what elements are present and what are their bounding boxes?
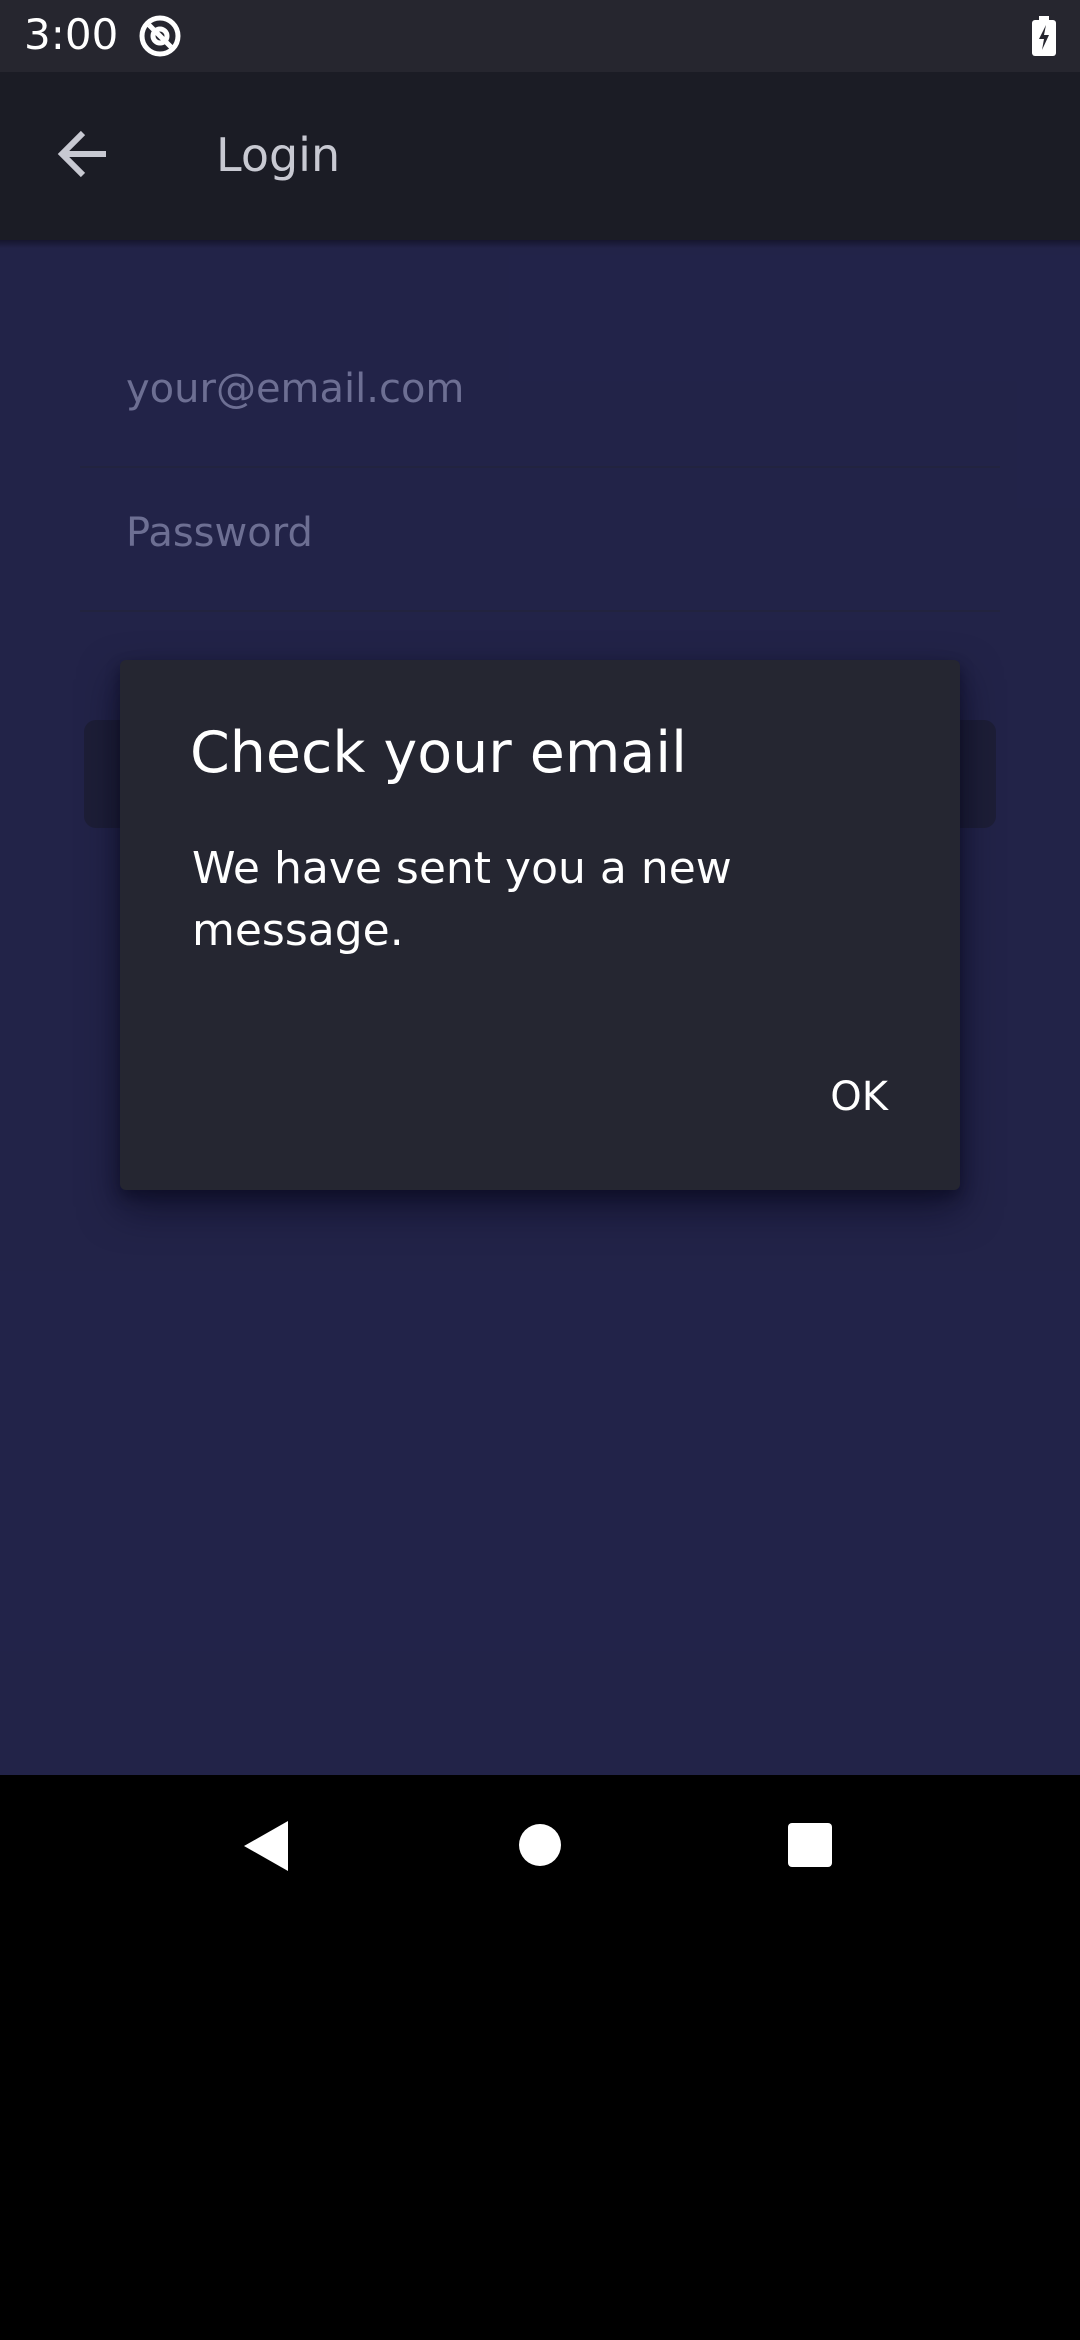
nav-back-icon[interactable] — [244, 1821, 288, 1871]
app-bar: Login — [0, 72, 1080, 240]
check-email-dialog: Check your email We have sent you a new … — [120, 660, 960, 1190]
screen: 3:00 Login your@email.com Password Check… — [0, 0, 1080, 2340]
status-time: 3:00 — [24, 10, 119, 59]
at-sign-icon — [137, 13, 183, 59]
app-bar-shadow — [0, 240, 1080, 248]
nav-home-icon[interactable] — [519, 1824, 561, 1866]
battery-charging-icon — [1031, 16, 1057, 56]
arrow-left-icon — [56, 126, 112, 187]
page-title: Login — [216, 128, 341, 182]
ok-button[interactable]: OK — [808, 1060, 910, 1134]
navigation-bar — [0, 1775, 1080, 1920]
password-field[interactable]: Password — [80, 480, 1000, 612]
dialog-title: Check your email — [190, 720, 687, 786]
nav-recents-icon[interactable] — [788, 1823, 832, 1867]
email-placeholder: your@email.com — [126, 366, 465, 412]
password-placeholder: Password — [126, 510, 313, 556]
email-field[interactable]: your@email.com — [80, 336, 1000, 468]
back-button[interactable] — [40, 112, 128, 200]
bottom-area — [0, 1920, 1080, 2340]
status-bar: 3:00 — [0, 0, 1080, 72]
dialog-message: We have sent you a new message. — [192, 843, 732, 956]
